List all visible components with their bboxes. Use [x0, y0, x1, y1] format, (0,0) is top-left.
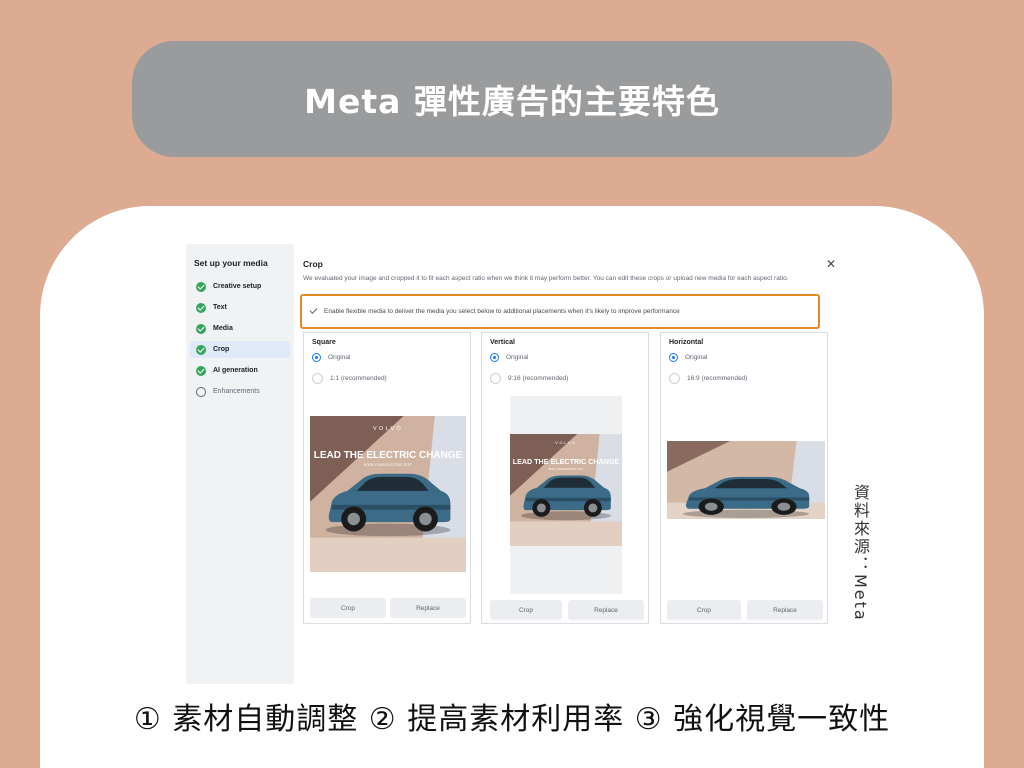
check-circle-icon — [196, 365, 206, 376]
ad-preview-image — [667, 441, 825, 519]
column-title: Square — [312, 339, 336, 346]
option-original[interactable]: Original — [490, 353, 528, 362]
crop-column-vertical: Vertical Original 9:16 (recommended) VOL… — [481, 332, 649, 624]
sidebar-item-creative-setup[interactable]: Creative setup — [190, 278, 290, 295]
svg-text:LEAD THE ELECTRIC CHANGE: LEAD THE ELECTRIC CHANGE — [314, 450, 463, 461]
meta-crop-screenshot: Set up your media Creative setup Text Me… — [186, 244, 856, 684]
replace-button[interactable]: Replace — [390, 598, 466, 618]
sidebar-item-label: Enhancements — [213, 388, 260, 395]
crop-button[interactable]: Crop — [310, 598, 386, 618]
radio-unselected-icon[interactable] — [669, 373, 680, 384]
option-label: Original — [328, 354, 351, 361]
crop-column-square: Square Original 1:1 (recommended) VOLVO L… — [303, 332, 471, 624]
crop-column-horizontal: Horizontal Original 16:9 (recommended) C… — [660, 332, 828, 624]
source-note: 資料來源：Meta — [851, 484, 870, 622]
crop-button[interactable]: Crop — [490, 600, 562, 620]
radio-unselected-icon[interactable] — [490, 373, 501, 384]
option-label: 16:9 (recommended) — [687, 375, 748, 382]
check-circle-icon — [196, 281, 206, 292]
option-recommended[interactable]: 1:1 (recommended) — [312, 373, 387, 384]
svg-text:VOLVO: VOLVO — [373, 426, 403, 432]
option-recommended[interactable]: 16:9 (recommended) — [669, 373, 747, 384]
option-label: 1:1 (recommended) — [330, 375, 387, 382]
sidebar-item-media[interactable]: Media — [190, 320, 290, 337]
option-label: 9:16 (recommended) — [508, 375, 569, 382]
option-label: Original — [506, 354, 529, 361]
svg-text:BOOK YOUR ELECTRIC TEST: BOOK YOUR ELECTRIC TEST — [549, 468, 584, 471]
feature-caption: ① 素材自動調整 ② 提高素材利用率 ③ 強化視覺一致性 — [133, 702, 891, 737]
check-circle-icon — [196, 344, 206, 355]
ad-preview-image: VOLVO LEAD THE ELECTRIC CHANGE BOOK YOUR E… — [310, 416, 466, 572]
radio-unselected-icon[interactable] — [312, 373, 323, 384]
empty-circle-icon — [196, 386, 206, 397]
panel-title: Crop — [303, 259, 323, 269]
ad-preview-image: VOLVO LEAD THE ELECTRIC CHANGE BOOK YOUR E… — [510, 434, 622, 546]
option-original[interactable]: Original — [669, 353, 707, 362]
sidebar-title: Set up your media — [194, 258, 268, 268]
page-title: Meta 彈性廣告的主要特色 — [304, 82, 720, 121]
crop-button[interactable]: Crop — [667, 600, 741, 620]
radio-selected-icon[interactable] — [312, 353, 321, 362]
setup-sidebar: Set up your media Creative setup Text Me… — [186, 244, 294, 684]
flexible-media-label: Enable flexible media to deliver the med… — [324, 308, 680, 315]
sidebar-item-crop[interactable]: Crop — [190, 341, 290, 358]
sidebar-item-label: AI generation — [213, 367, 258, 374]
option-original[interactable]: Original — [312, 353, 350, 362]
svg-text:BOOK YOUR ELECTRIC TEST: BOOK YOUR ELECTRIC TEST — [364, 463, 413, 467]
option-recommended[interactable]: 9:16 (recommended) — [490, 373, 568, 384]
replace-button[interactable]: Replace — [747, 600, 823, 620]
sidebar-item-ai-generation[interactable]: AI generation — [190, 362, 290, 379]
sidebar-item-label: Creative setup — [213, 283, 262, 290]
sidebar-item-text[interactable]: Text — [190, 299, 290, 316]
column-title: Horizontal — [669, 339, 704, 346]
svg-text:LEAD THE ELECTRIC CHANGE: LEAD THE ELECTRIC CHANGE — [513, 458, 620, 466]
sidebar-item-label: Crop — [213, 346, 230, 353]
sidebar-item-label: Text — [213, 304, 227, 311]
column-title: Vertical — [490, 339, 515, 346]
svg-text:VOLVO: VOLVO — [555, 440, 577, 445]
radio-selected-icon[interactable] — [490, 353, 499, 362]
panel-description: We evaluated your image and cropped it t… — [303, 275, 789, 282]
check-circle-icon — [196, 323, 206, 334]
radio-selected-icon[interactable] — [669, 353, 678, 362]
flexible-media-option[interactable]: Enable flexible media to deliver the med… — [300, 294, 820, 329]
title-banner: Meta 彈性廣告的主要特色 — [132, 41, 892, 157]
replace-button[interactable]: Replace — [568, 600, 644, 620]
sidebar-item-label: Media — [213, 325, 233, 332]
sidebar-item-enhancements[interactable]: Enhancements — [190, 383, 290, 400]
check-circle-icon — [196, 302, 206, 313]
option-label: Original — [685, 354, 708, 361]
checkmark-icon[interactable] — [309, 306, 318, 314]
close-icon[interactable]: ✕ — [826, 257, 836, 271]
